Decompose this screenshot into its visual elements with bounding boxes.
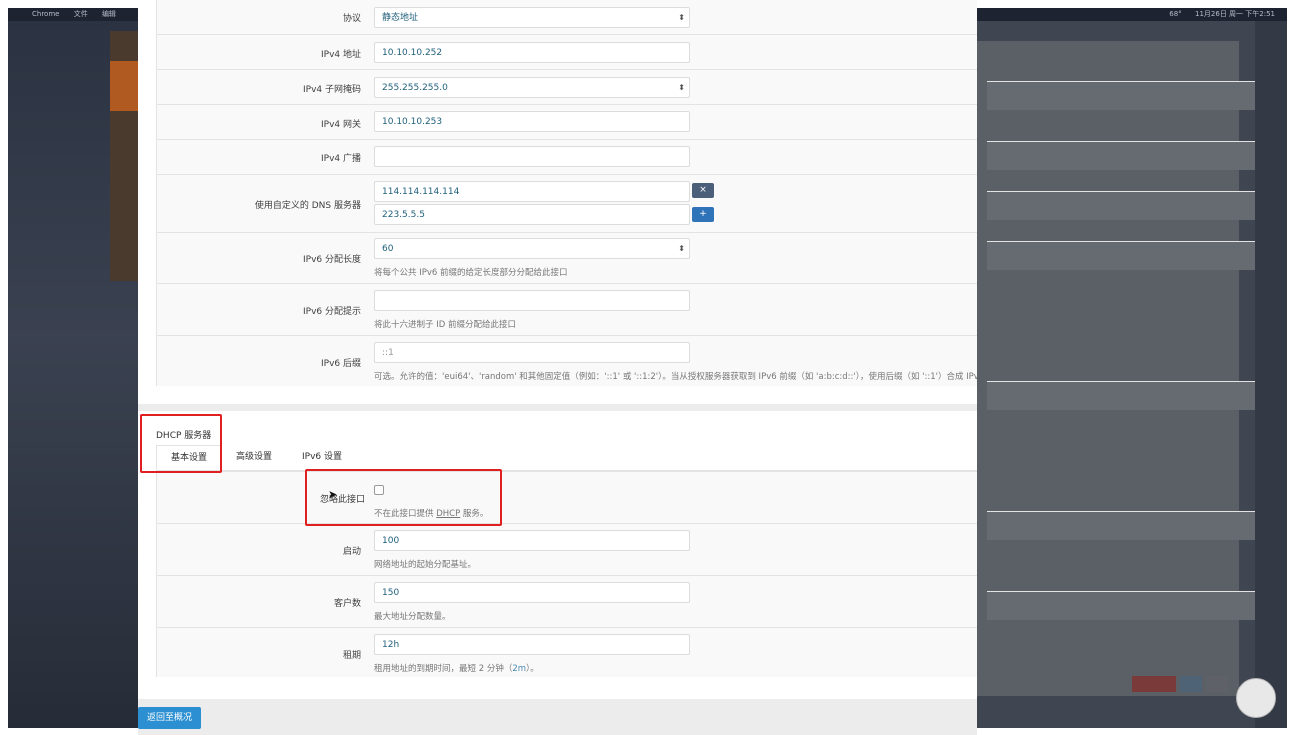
row-ipv6-assign-length: IPv6 分配长度 60 将每个公共 IPv6 前缀的给定长度部分分配给此接口 xyxy=(157,232,977,284)
row-ipv4-address: IPv4 地址 10.10.10.252 xyxy=(157,34,977,70)
ipv4-netmask-label: IPv4 子网掩码 xyxy=(303,85,361,95)
background-window xyxy=(110,31,138,281)
general-settings-panel: 协议 静态地址 IPv4 地址 10.10.10.252 IPv4 子网掩码 2… xyxy=(138,0,977,404)
dhcp-limit-input[interactable]: 150 xyxy=(374,582,690,603)
row-ipv6-suffix: IPv6 后缀 ::1 可选。允许的值：'eui64'、'random' 和其他… xyxy=(157,335,977,387)
ipv6-suffix-label: IPv6 后缀 xyxy=(321,359,361,369)
desktop-icons-column xyxy=(1255,21,1287,728)
ipv4-broadcast-input[interactable] xyxy=(374,146,690,167)
highlight-box-ignore-interface xyxy=(305,469,502,526)
highlight-box-dhcp-tab xyxy=(140,414,222,473)
dns-server-input-2[interactable]: 223.5.5.5 xyxy=(374,204,690,225)
back-to-overview-button[interactable]: 返回至概况 xyxy=(138,707,202,729)
row-ipv4-netmask: IPv4 子网掩码 255.255.255.0 xyxy=(157,69,977,105)
dhcp-start-label: 启动 xyxy=(342,547,361,557)
ipv6-assign-length-label: IPv6 分配长度 xyxy=(303,255,361,265)
dhcp-leasetime-label: 租期 xyxy=(342,651,361,661)
ipv4-address-label: IPv4 地址 xyxy=(321,50,361,60)
general-settings-table: 协议 静态地址 IPv4 地址 10.10.10.252 IPv4 子网掩码 2… xyxy=(156,0,977,386)
row-ipv4-broadcast: IPv4 广播 xyxy=(157,139,977,175)
ipv4-netmask-select[interactable]: 255.255.255.0 xyxy=(374,77,690,98)
menubar-status: 68° xyxy=(1169,10,1182,18)
menubar-app[interactable]: Chrome xyxy=(32,10,59,18)
dhcp-tabs: 基本设置 高级设置 IPv6 设置 xyxy=(156,445,977,471)
dhcp-settings-table: 忽略此接口 ➤ 不在此接口提供 DHCP 服务。 启动 100 网络地址的起始分… xyxy=(156,471,977,677)
tab-advanced-settings[interactable]: 高级设置 xyxy=(222,445,286,470)
ipv6-assign-hint-input[interactable] xyxy=(374,290,690,311)
ipv4-address-input[interactable]: 10.10.10.252 xyxy=(374,42,690,63)
row-dhcp-leasetime: 租期 12h 租用地址的到期时间，最短 2 分钟（2m）。 xyxy=(157,627,977,678)
dhcp-leasetime-input[interactable]: 12h xyxy=(374,634,690,655)
dns-server-input-1[interactable]: 114.114.114.114 xyxy=(374,181,690,202)
dhcp-start-input[interactable]: 100 xyxy=(374,530,690,551)
ipv6-assign-hint-hint: 将此十六进制子 ID 前缀分配给此接口 xyxy=(374,320,516,330)
ipv6-assign-hint-label: IPv6 分配提示 xyxy=(303,307,361,317)
add-dns-button[interactable]: + xyxy=(692,207,714,222)
row-dhcp-start: 启动 100 网络地址的起始分配基址。 xyxy=(157,523,977,576)
menubar-edit[interactable]: 编辑 xyxy=(102,10,116,18)
dhcp-start-hint: 网络地址的起始分配基址。 xyxy=(374,560,477,570)
ipv4-gateway-label: IPv4 网关 xyxy=(321,120,361,130)
desktop-background-left xyxy=(8,21,138,728)
menubar-clock: 11月26日 周一 下午2:51 xyxy=(1195,10,1275,18)
ipv4-gateway-input[interactable]: 10.10.10.253 xyxy=(374,111,690,132)
remove-dns-button[interactable]: × xyxy=(692,183,714,198)
dhcp-leasetime-hint: 租用地址的到期时间，最短 2 分钟（2m）。 xyxy=(374,664,539,674)
row-ipv4-gateway: IPv4 网关 10.10.10.253 xyxy=(157,104,977,140)
protocol-label: 协议 xyxy=(342,14,361,24)
tab-ipv6-settings[interactable]: IPv6 设置 xyxy=(288,445,356,470)
protocol-select[interactable]: 静态地址 xyxy=(374,7,690,28)
interface-config-page: 协议 静态地址 IPv4 地址 10.10.10.252 IPv4 子网掩码 2… xyxy=(138,0,977,735)
dhcp-server-panel: DHCP 服务器 基本设置 高级设置 IPv6 设置 忽略此接口 ➤ 不在此接口… xyxy=(138,411,977,699)
row-protocol: 协议 静态地址 xyxy=(157,0,977,35)
menubar-file[interactable]: 文件 xyxy=(74,10,88,18)
ipv6-assign-length-hint: 将每个公共 IPv6 前缀的给定长度部分分配给此接口 xyxy=(374,268,568,278)
recorder-logo-icon xyxy=(1236,678,1276,718)
ipv6-suffix-hint: 可选。允许的值：'eui64'、'random' 和其他固定值（例如：'::1'… xyxy=(374,372,977,382)
ipv6-assign-length-select[interactable]: 60 xyxy=(374,238,690,259)
row-custom-dns: 使用自定义的 DNS 服务器 114.114.114.114 × 223.5.5… xyxy=(157,174,977,233)
dhcp-limit-hint: 最大地址分配数量。 xyxy=(374,612,451,622)
row-ipv6-assign-hint: IPv6 分配提示 将此十六进制子 ID 前缀分配给此接口 xyxy=(157,283,977,336)
background-browser-window xyxy=(977,41,1287,696)
dhcp-limit-label: 客户数 xyxy=(333,599,361,609)
desktop-background-right xyxy=(977,21,1287,728)
row-dhcp-limit: 客户数 150 最大地址分配数量。 xyxy=(157,575,977,628)
custom-dns-label: 使用自定义的 DNS 服务器 xyxy=(254,201,361,211)
row-ignore-interface: 忽略此接口 ➤ 不在此接口提供 DHCP 服务。 xyxy=(157,471,977,524)
ipv6-suffix-input[interactable]: ::1 xyxy=(374,342,690,363)
ipv4-broadcast-label: IPv4 广播 xyxy=(321,154,361,164)
